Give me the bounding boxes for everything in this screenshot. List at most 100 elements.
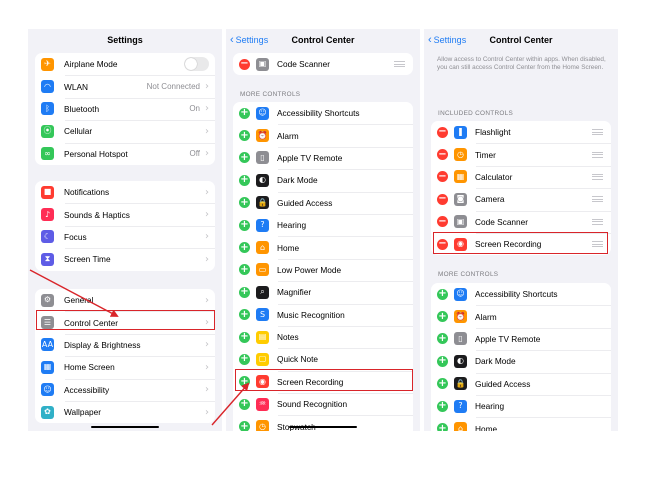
control-row-low-power-mode: + ▭ Low Power Mode	[233, 258, 413, 281]
control-row-timer: − ◷ Timer	[431, 143, 611, 165]
add-low-power-mode-button[interactable]: +	[239, 264, 250, 276]
remove-flashlight-button[interactable]: −	[437, 126, 448, 138]
reorder-handle-icon[interactable]	[592, 241, 603, 248]
accessibility-icon: ☺	[41, 383, 54, 397]
chevron-right-icon: ›	[205, 231, 209, 243]
settings-item-screen-time[interactable]: ⧗ Screen Time ›	[35, 248, 215, 270]
chevron-right-icon: ›	[205, 148, 209, 160]
settings-item-general[interactable]: ⚙ General ›	[35, 289, 215, 311]
settings-item-value: Off	[189, 149, 200, 159]
control-label: Code Scanner	[277, 59, 331, 70]
add-accessibility-shortcuts-button[interactable]: +	[239, 107, 250, 119]
timer-icon: ◷	[454, 148, 467, 162]
add-music-recognition-button[interactable]: +	[239, 309, 250, 321]
add-hearing-button[interactable]: +	[437, 400, 448, 412]
settings-item-airplane-mode[interactable]: ✈ Airplane Mode	[35, 53, 215, 75]
remove-code-scanner-button[interactable]: −	[239, 58, 250, 70]
settings-item-focus[interactable]: ☾ Focus ›	[35, 225, 215, 248]
add-sound-recognition-button[interactable]: +	[239, 398, 250, 410]
control-label: Low Power Mode	[277, 264, 342, 275]
settings-item-label: Sounds & Haptics	[64, 209, 130, 220]
stopwatch-icon: ◷	[256, 420, 269, 431]
wifi-icon: ◠	[41, 80, 54, 94]
reorder-handle-icon[interactable]	[592, 218, 603, 225]
home-indicator[interactable]	[289, 425, 357, 428]
settings-item-label: Focus	[64, 231, 87, 242]
remove-timer-button[interactable]: −	[437, 149, 448, 161]
magnifier-icon: ⌕	[256, 285, 269, 299]
reorder-handle-icon[interactable]	[592, 129, 603, 136]
add-apple-tv-remote-button[interactable]: +	[239, 152, 250, 164]
settings-item-sounds-and-haptics[interactable]: ♪ Sounds & Haptics ›	[35, 203, 215, 225]
control-label: Flashlight	[475, 127, 511, 138]
reorder-handle-icon[interactable]	[394, 61, 405, 68]
settings-item-control-center[interactable]: ☰ Control Center ›	[35, 311, 215, 333]
control-label: Code Scanner	[475, 216, 529, 227]
settings-item-wallpaper[interactable]: ✿ Wallpaper ›	[35, 400, 215, 423]
control-row-home: + ⌂ Home	[233, 236, 413, 258]
add-home-button[interactable]: +	[437, 423, 448, 431]
settings-item-display-and-brightness[interactable]: AA Display & Brightness ›	[35, 333, 215, 356]
add-guided-access-button[interactable]: +	[239, 197, 250, 209]
bluetooth-icon: ᛒ	[41, 102, 54, 116]
control-label: Magnifier	[277, 287, 312, 298]
settings-item-personal-hotspot[interactable]: ∞ Personal Hotspot Off ›	[35, 142, 215, 165]
add-alarm-button[interactable]: +	[239, 130, 250, 142]
screen-recording-icon: ◉	[454, 237, 467, 251]
add-home-button[interactable]: +	[239, 242, 250, 254]
add-accessibility-shortcuts-button[interactable]: +	[437, 288, 448, 300]
add-hearing-button[interactable]: +	[239, 219, 250, 231]
settings-item-cellular[interactable]: ⦿ Cellular ›	[35, 120, 215, 142]
dark-mode-icon: ◐	[256, 173, 269, 187]
hotspot-icon: ∞	[41, 147, 54, 161]
add-guided-access-button[interactable]: +	[437, 378, 448, 390]
add-alarm-button[interactable]: +	[437, 311, 448, 323]
control-center-screen-after: ‹ Settings Control Center Allow access t…	[424, 29, 618, 431]
settings-item-bluetooth[interactable]: ᛒ Bluetooth On ›	[35, 97, 215, 120]
add-dark-mode-button[interactable]: +	[437, 355, 448, 367]
control-center-navbar: ‹ Settings Control Center	[226, 29, 420, 53]
settings-item-label: Display & Brightness	[64, 339, 141, 350]
control-row-code-scanner: − ▣ Code Scanner	[431, 210, 611, 233]
control-label: Home	[277, 242, 300, 253]
remove-camera-button[interactable]: −	[437, 193, 448, 205]
add-quick-note-button[interactable]: +	[239, 353, 250, 365]
airplane-mode-toggle[interactable]	[184, 57, 209, 72]
settings-item-label: Airplane Mode	[64, 59, 118, 70]
control-label: Accessibility Shortcuts	[475, 289, 558, 300]
settings-item-label: Cellular	[64, 126, 93, 137]
focus-icon: ☾	[41, 230, 54, 244]
control-label: Guided Access	[475, 378, 531, 389]
add-notes-button[interactable]: +	[239, 331, 250, 343]
more-controls-header: MORE CONTROLS	[438, 271, 499, 278]
settings-navbar: Settings	[28, 29, 222, 53]
quick-note-icon: ▢	[256, 352, 269, 366]
add-dark-mode-button[interactable]: +	[239, 174, 250, 186]
page-title: Control Center	[489, 35, 553, 45]
settings-item-home-screen[interactable]: ▦ Home Screen ›	[35, 356, 215, 378]
control-label: Apple TV Remote	[277, 152, 343, 163]
more-controls-group: + ☺ Accessibility Shortcuts + ⏰ Alarm + ▯ Apple …	[431, 283, 611, 431]
add-apple-tv-remote-button[interactable]: +	[437, 333, 448, 345]
remove-screen-recording-button[interactable]: −	[437, 238, 448, 250]
add-stopwatch-button[interactable]: +	[239, 421, 250, 431]
toggle-knob	[185, 58, 197, 71]
control-row-guided-access: + 🔒 Guided Access	[233, 191, 413, 214]
settings-item-accessibility[interactable]: ☺ Accessibility ›	[35, 378, 215, 401]
reorder-handle-icon[interactable]	[592, 196, 603, 203]
remove-code-scanner-button[interactable]: −	[437, 216, 448, 228]
code-scanner-icon: ▣	[454, 215, 467, 229]
control-label: Hearing	[277, 220, 307, 231]
settings-item-wlan[interactable]: ◠ WLAN Not Connected ›	[35, 75, 215, 97]
reorder-handle-icon[interactable]	[592, 151, 603, 158]
control-label: Alarm	[277, 130, 299, 141]
cellular-icon: ⦿	[41, 124, 54, 138]
control-row-alarm: + ⏰ Alarm	[233, 124, 413, 146]
add-magnifier-button[interactable]: +	[239, 286, 250, 298]
add-screen-recording-button[interactable]: +	[239, 376, 250, 388]
remove-calculator-button[interactable]: −	[437, 171, 448, 183]
home-indicator[interactable]	[91, 425, 159, 428]
control-row-screen-recording: + ◉ Screen Recording	[233, 370, 413, 393]
settings-item-notifications[interactable]: ■ Notifications ›	[35, 181, 215, 203]
reorder-handle-icon[interactable]	[592, 173, 603, 180]
